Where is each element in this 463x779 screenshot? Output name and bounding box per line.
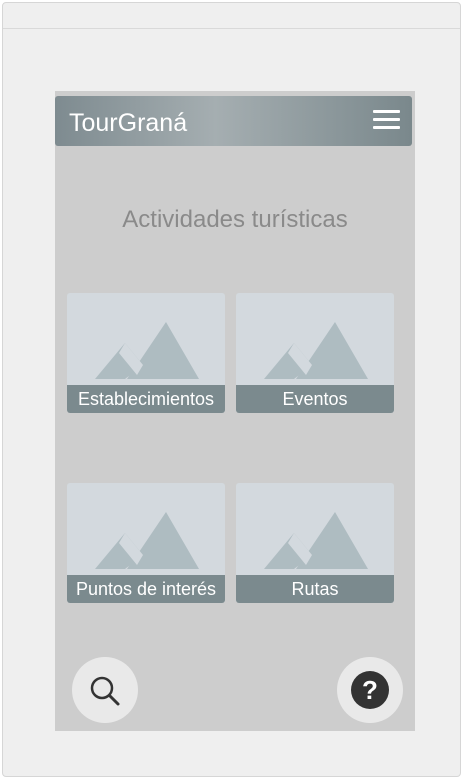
tile-label: Eventos bbox=[236, 385, 394, 413]
help-icon: ? bbox=[351, 671, 389, 709]
tile-rutas[interactable]: Rutas bbox=[236, 483, 394, 603]
hamburger-menu-icon[interactable] bbox=[373, 110, 400, 130]
help-button[interactable]: ? bbox=[337, 657, 403, 723]
tile-establecimientos[interactable]: Establecimientos bbox=[67, 293, 225, 413]
device-frame: TourGraná Actividades turísticas Estable… bbox=[2, 2, 461, 777]
app-title: TourGraná bbox=[69, 109, 188, 137]
tile-label: Puntos de interés bbox=[67, 575, 225, 603]
search-button[interactable] bbox=[72, 657, 138, 723]
image-placeholder-icon bbox=[95, 512, 199, 569]
app-screen: TourGraná Actividades turísticas Estable… bbox=[55, 91, 415, 731]
image-placeholder-icon bbox=[264, 322, 368, 379]
tile-label: Establecimientos bbox=[67, 385, 225, 413]
device-top-bar bbox=[3, 3, 460, 29]
tile-eventos[interactable]: Eventos bbox=[236, 293, 394, 413]
svg-text:?: ? bbox=[362, 675, 378, 705]
app-header: TourGraná bbox=[55, 96, 412, 146]
tile-puntos-de-interes[interactable]: Puntos de interés bbox=[67, 483, 225, 603]
image-placeholder-icon bbox=[95, 322, 199, 379]
search-icon bbox=[90, 676, 120, 706]
image-placeholder-icon bbox=[264, 512, 368, 569]
tile-label: Rutas bbox=[236, 575, 394, 603]
page-heading: Actividades turísticas bbox=[122, 206, 348, 233]
